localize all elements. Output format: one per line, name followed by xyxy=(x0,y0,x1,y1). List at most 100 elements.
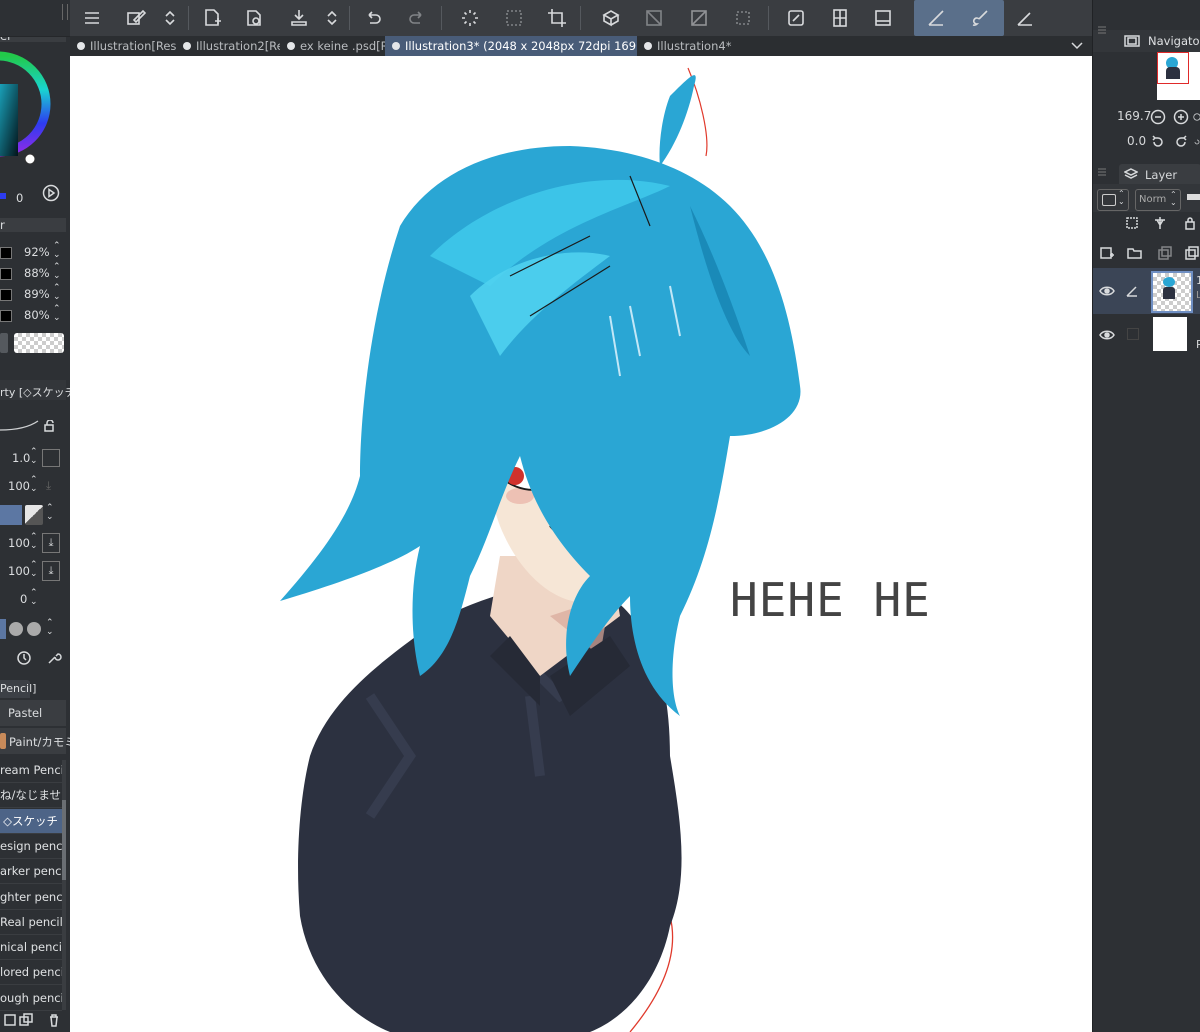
panel-menu-icon[interactable] xyxy=(1097,166,1109,178)
color-swatch[interactable] xyxy=(0,193,6,199)
brush-list-scrollbar[interactable] xyxy=(62,760,66,1010)
clear-icon[interactable] xyxy=(685,4,713,32)
download-icon[interactable]: ⤓ xyxy=(42,561,60,581)
fill-icon[interactable] xyxy=(597,4,625,32)
stepper-icon[interactable]: ⌃ ⌄ xyxy=(53,305,61,323)
crop-icon[interactable] xyxy=(543,4,571,32)
tab-illustration4[interactable]: Illustration4* xyxy=(637,36,747,56)
transform-icon[interactable] xyxy=(729,4,757,32)
opacity-row[interactable]: 89% ⌃ ⌄ xyxy=(0,284,66,306)
brush-item[interactable]: ream Pencil xyxy=(0,758,62,783)
stepper-icon[interactable]: ⌃ ⌄ xyxy=(30,533,38,551)
size-toggle-icon[interactable] xyxy=(42,449,60,467)
undo-icon[interactable] xyxy=(359,4,387,32)
copy-layer-icon[interactable] xyxy=(1183,243,1200,263)
opacity-row[interactable]: 80% ⌃ ⌄ xyxy=(0,305,66,327)
loading-icon[interactable] xyxy=(456,4,484,32)
brush-tab[interactable]: Pencil] xyxy=(0,680,36,698)
menu-icon[interactable] xyxy=(78,4,106,32)
tab-illustration[interactable]: Illustration[Resto xyxy=(70,36,176,56)
layer-tab[interactable]: Layer xyxy=(1119,164,1200,184)
brush-item[interactable]: ghter pencil xyxy=(0,885,62,910)
opacity-row[interactable]: 88% ⌃ ⌄ xyxy=(0,263,66,285)
merge-layer-icon[interactable] xyxy=(1155,243,1175,263)
download-icon[interactable]: ⤓ xyxy=(46,478,51,493)
edit-icon[interactable] xyxy=(122,4,150,32)
stepper-icon[interactable]: ⌃ ⌄ xyxy=(53,284,61,302)
stepper-icon[interactable]: ⌃ ⌄ xyxy=(53,242,61,260)
layer-row-paper[interactable]: P xyxy=(1093,312,1200,358)
new-folder-icon[interactable] xyxy=(1125,243,1145,263)
brush-item[interactable]: nical pencil xyxy=(0,935,62,961)
timer-icon[interactable] xyxy=(14,648,34,668)
blend-mode-select[interactable]: Norm ⌃ ⌄ xyxy=(1135,189,1181,211)
tab-ex-keine[interactable]: ex keine .psd[Re xyxy=(280,36,385,56)
stepper-icon[interactable]: ⌃ ⌄ xyxy=(30,561,38,579)
brush-group-paint[interactable]: Paint/カモミ xyxy=(0,728,76,754)
rotate-left-icon[interactable] xyxy=(1149,133,1167,151)
opacity-row[interactable]: 92% ⌃ ⌄ xyxy=(0,242,66,264)
layer-type-select[interactable]: ⌃ ⌄ xyxy=(1097,189,1129,211)
zoom-in-icon[interactable] xyxy=(1172,108,1190,126)
stepper-icon[interactable]: ⌃ ⌄ xyxy=(53,263,61,281)
layer-edit-box[interactable] xyxy=(1127,328,1139,340)
zoom-out-icon[interactable] xyxy=(1149,108,1167,126)
lock-icon[interactable] xyxy=(42,419,56,433)
brush-item[interactable]: ね/なじませ xyxy=(0,783,62,809)
tab-illustration2[interactable]: Illustration2[Res xyxy=(176,36,280,56)
rotate-right-icon[interactable] xyxy=(1172,133,1190,151)
round-tip-icon[interactable] xyxy=(9,622,23,636)
color-button[interactable] xyxy=(0,333,8,353)
brush-item[interactable]: esign pencil xyxy=(0,834,62,859)
reference-layer-icon[interactable] xyxy=(1123,214,1141,232)
save-icon[interactable] xyxy=(285,4,313,32)
mode-button[interactable] xyxy=(25,505,43,525)
prop-row-opacity[interactable]: 100 ⌃ ⌄ ⤓ xyxy=(0,476,66,498)
color-wheel[interactable] xyxy=(0,44,66,204)
pen-tool-icon[interactable] xyxy=(922,4,950,32)
shape-button-active[interactable] xyxy=(0,619,6,639)
updown-icon[interactable] xyxy=(156,4,184,32)
stepper-icon[interactable]: ⌃ ⌄ xyxy=(46,619,54,637)
transparent-swatch[interactable] xyxy=(14,333,64,353)
navigator-viewport[interactable] xyxy=(1157,52,1189,84)
brush-tool-icon[interactable] xyxy=(966,4,994,32)
lock-layer-icon[interactable] xyxy=(1181,214,1199,232)
brush-item[interactable]: arker pencil xyxy=(0,859,62,885)
brush-group-pastel[interactable]: Pastel xyxy=(0,700,66,726)
new-layer-icon[interactable] xyxy=(1097,243,1117,263)
stepper-icon[interactable]: ⌃ ⌄ xyxy=(30,589,38,607)
brush-item[interactable]: lored pencil xyxy=(0,960,62,986)
brush-shape-row[interactable]: ⌃ ⌄ xyxy=(0,617,60,641)
chevron-down-icon[interactable] xyxy=(1068,38,1086,54)
stepper-icon[interactable]: ⌃ ⌄ xyxy=(46,504,54,522)
mode-button-active[interactable] xyxy=(0,505,22,525)
invert-icon[interactable] xyxy=(640,4,668,32)
brush-item[interactable]: ◇スケッチ xyxy=(0,808,62,834)
prop-row-stabilize[interactable]: 100 ⌃ ⌄ ⤓ xyxy=(0,561,66,583)
soft-tip-icon[interactable] xyxy=(27,622,41,636)
opacity-slider[interactable] xyxy=(1187,194,1200,200)
panel-menu-icon[interactable] xyxy=(1097,24,1109,36)
download-icon[interactable]: ⤓ xyxy=(42,533,60,553)
eye-icon[interactable] xyxy=(1097,282,1117,300)
navigator-preview[interactable] xyxy=(1157,52,1200,100)
brush-item[interactable]: ough pencil xyxy=(0,986,62,1011)
clip-layer-icon[interactable] xyxy=(1151,214,1169,232)
prop-row-density[interactable]: 100 ⌃ ⌄ ⤓ xyxy=(0,533,66,555)
reset-rotation-icon[interactable] xyxy=(1193,133,1200,151)
select-all-icon[interactable] xyxy=(500,4,528,32)
updown-icon-2[interactable] xyxy=(318,4,346,32)
prop-row-angle[interactable]: 0 ⌃ ⌄ xyxy=(0,589,66,611)
prop-row-mode[interactable]: ⌃ ⌄ xyxy=(0,504,60,526)
eye-icon[interactable] xyxy=(1097,326,1117,344)
stepper-icon[interactable]: ⌃ ⌄ xyxy=(30,476,38,494)
line-tool-icon[interactable] xyxy=(1011,4,1039,32)
drag-handle-icon[interactable] xyxy=(62,4,68,20)
open-file-icon[interactable] xyxy=(240,4,268,32)
delete-brush-icon[interactable] xyxy=(46,1012,62,1028)
export-icon[interactable] xyxy=(782,4,810,32)
drawing-canvas[interactable]: HEHE HE xyxy=(70,56,1092,1032)
layer-display-icon[interactable] xyxy=(869,4,897,32)
brush-settings-icon[interactable] xyxy=(2,1012,18,1028)
